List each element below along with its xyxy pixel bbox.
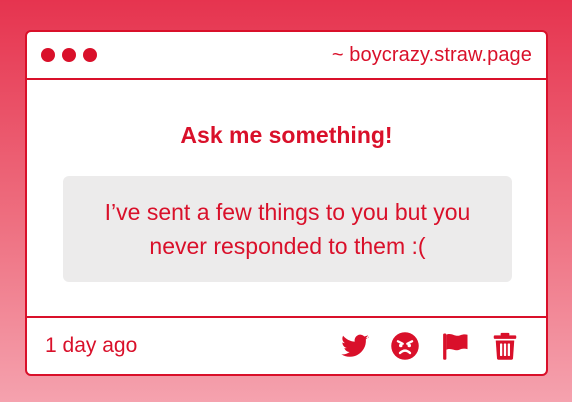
question-box: I’ve sent a few things to you but you ne… <box>63 176 512 282</box>
question-card: ~ boycrazy.straw.page Ask me something! … <box>25 30 548 376</box>
angry-face-icon[interactable] <box>390 331 420 361</box>
card-body: Ask me something! I’ve sent a few things… <box>27 80 546 318</box>
window-controls <box>41 48 97 62</box>
timestamp: 1 day ago <box>45 334 138 357</box>
page-url: ~ boycrazy.straw.page <box>331 43 532 66</box>
window-dot <box>62 48 76 62</box>
window-dot <box>83 48 97 62</box>
window-titlebar: ~ boycrazy.straw.page <box>27 32 546 80</box>
twitter-icon[interactable] <box>340 331 370 361</box>
trash-icon[interactable] <box>490 331 520 361</box>
question-text: I’ve sent a few things to you but you ne… <box>104 199 471 259</box>
card-footer: 1 day ago <box>27 318 546 374</box>
action-bar <box>340 331 520 361</box>
window-dot <box>41 48 55 62</box>
flag-icon[interactable] <box>440 331 470 361</box>
page-title: Ask me something! <box>180 122 393 148</box>
